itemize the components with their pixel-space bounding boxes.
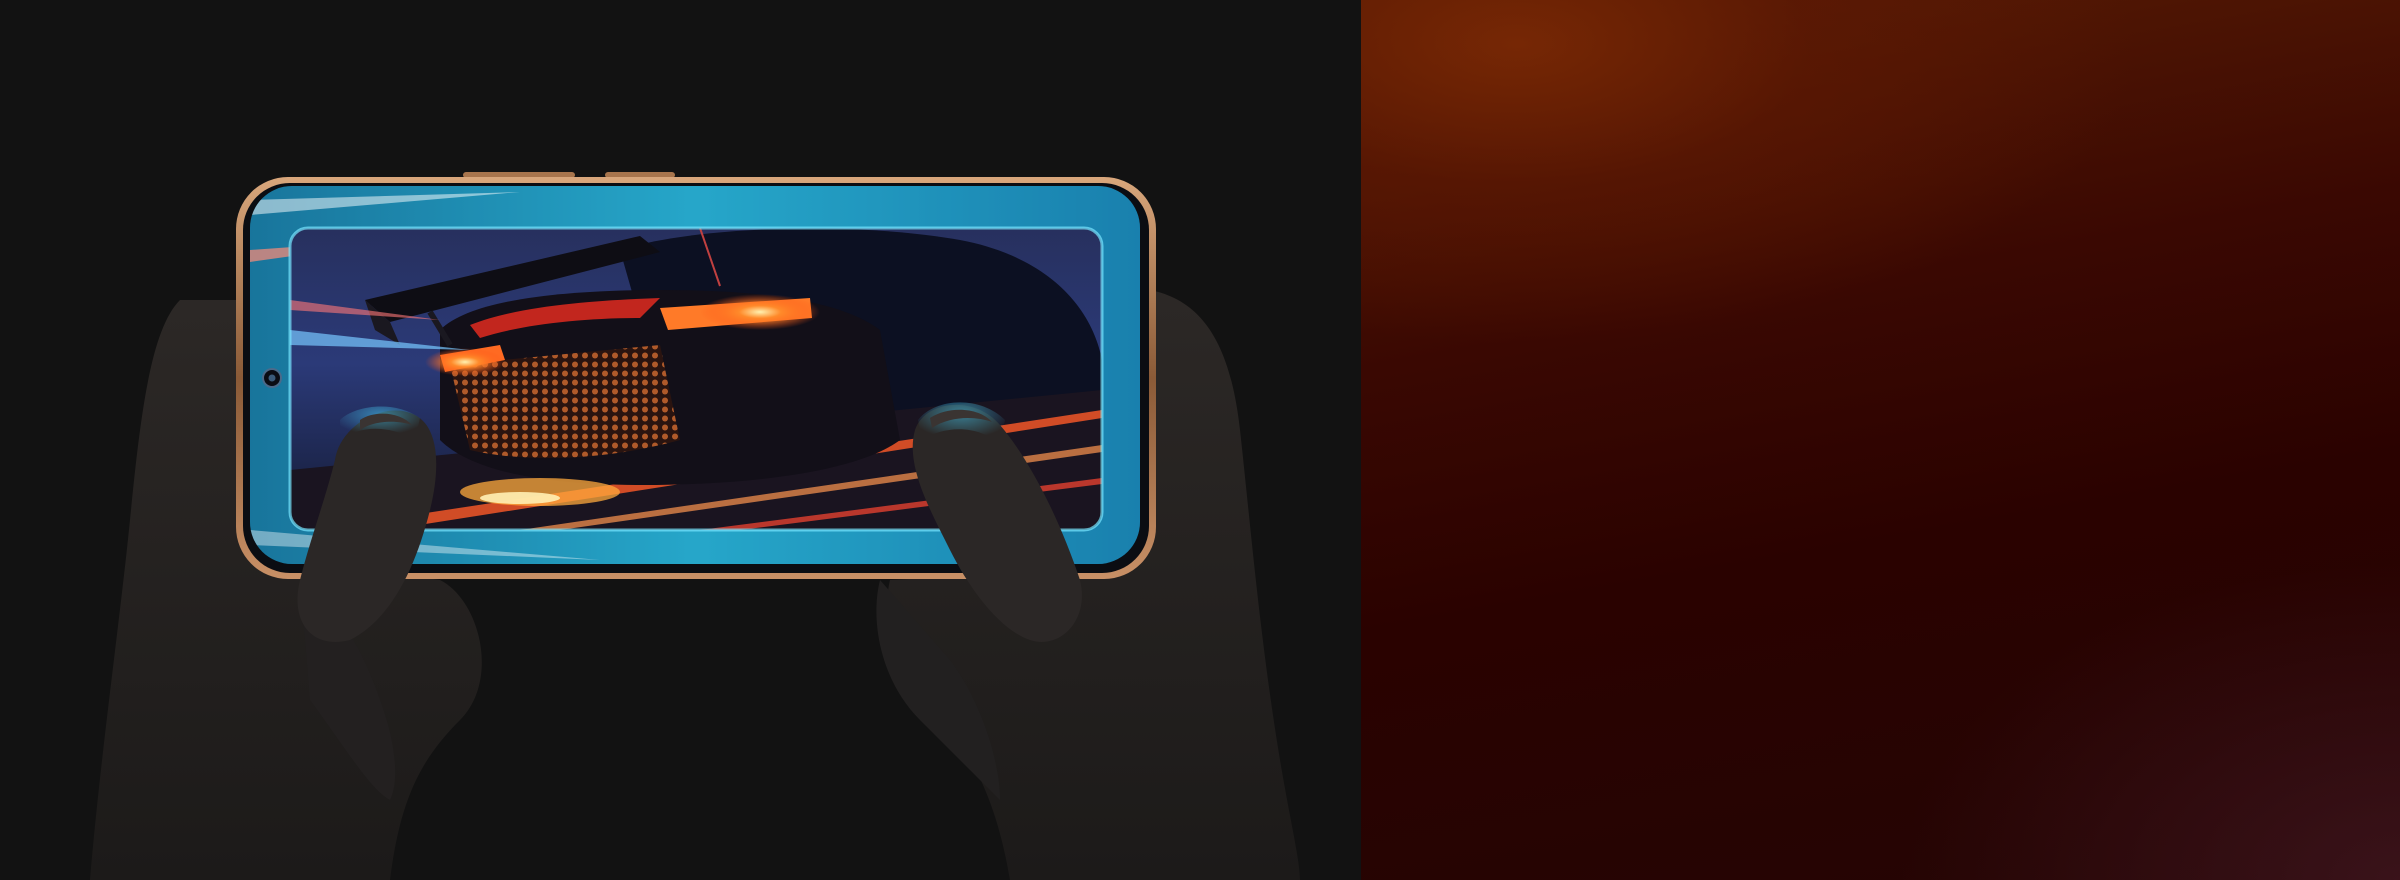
hero-banner: [0, 0, 2400, 880]
phone-scene: [90, 172, 1300, 880]
